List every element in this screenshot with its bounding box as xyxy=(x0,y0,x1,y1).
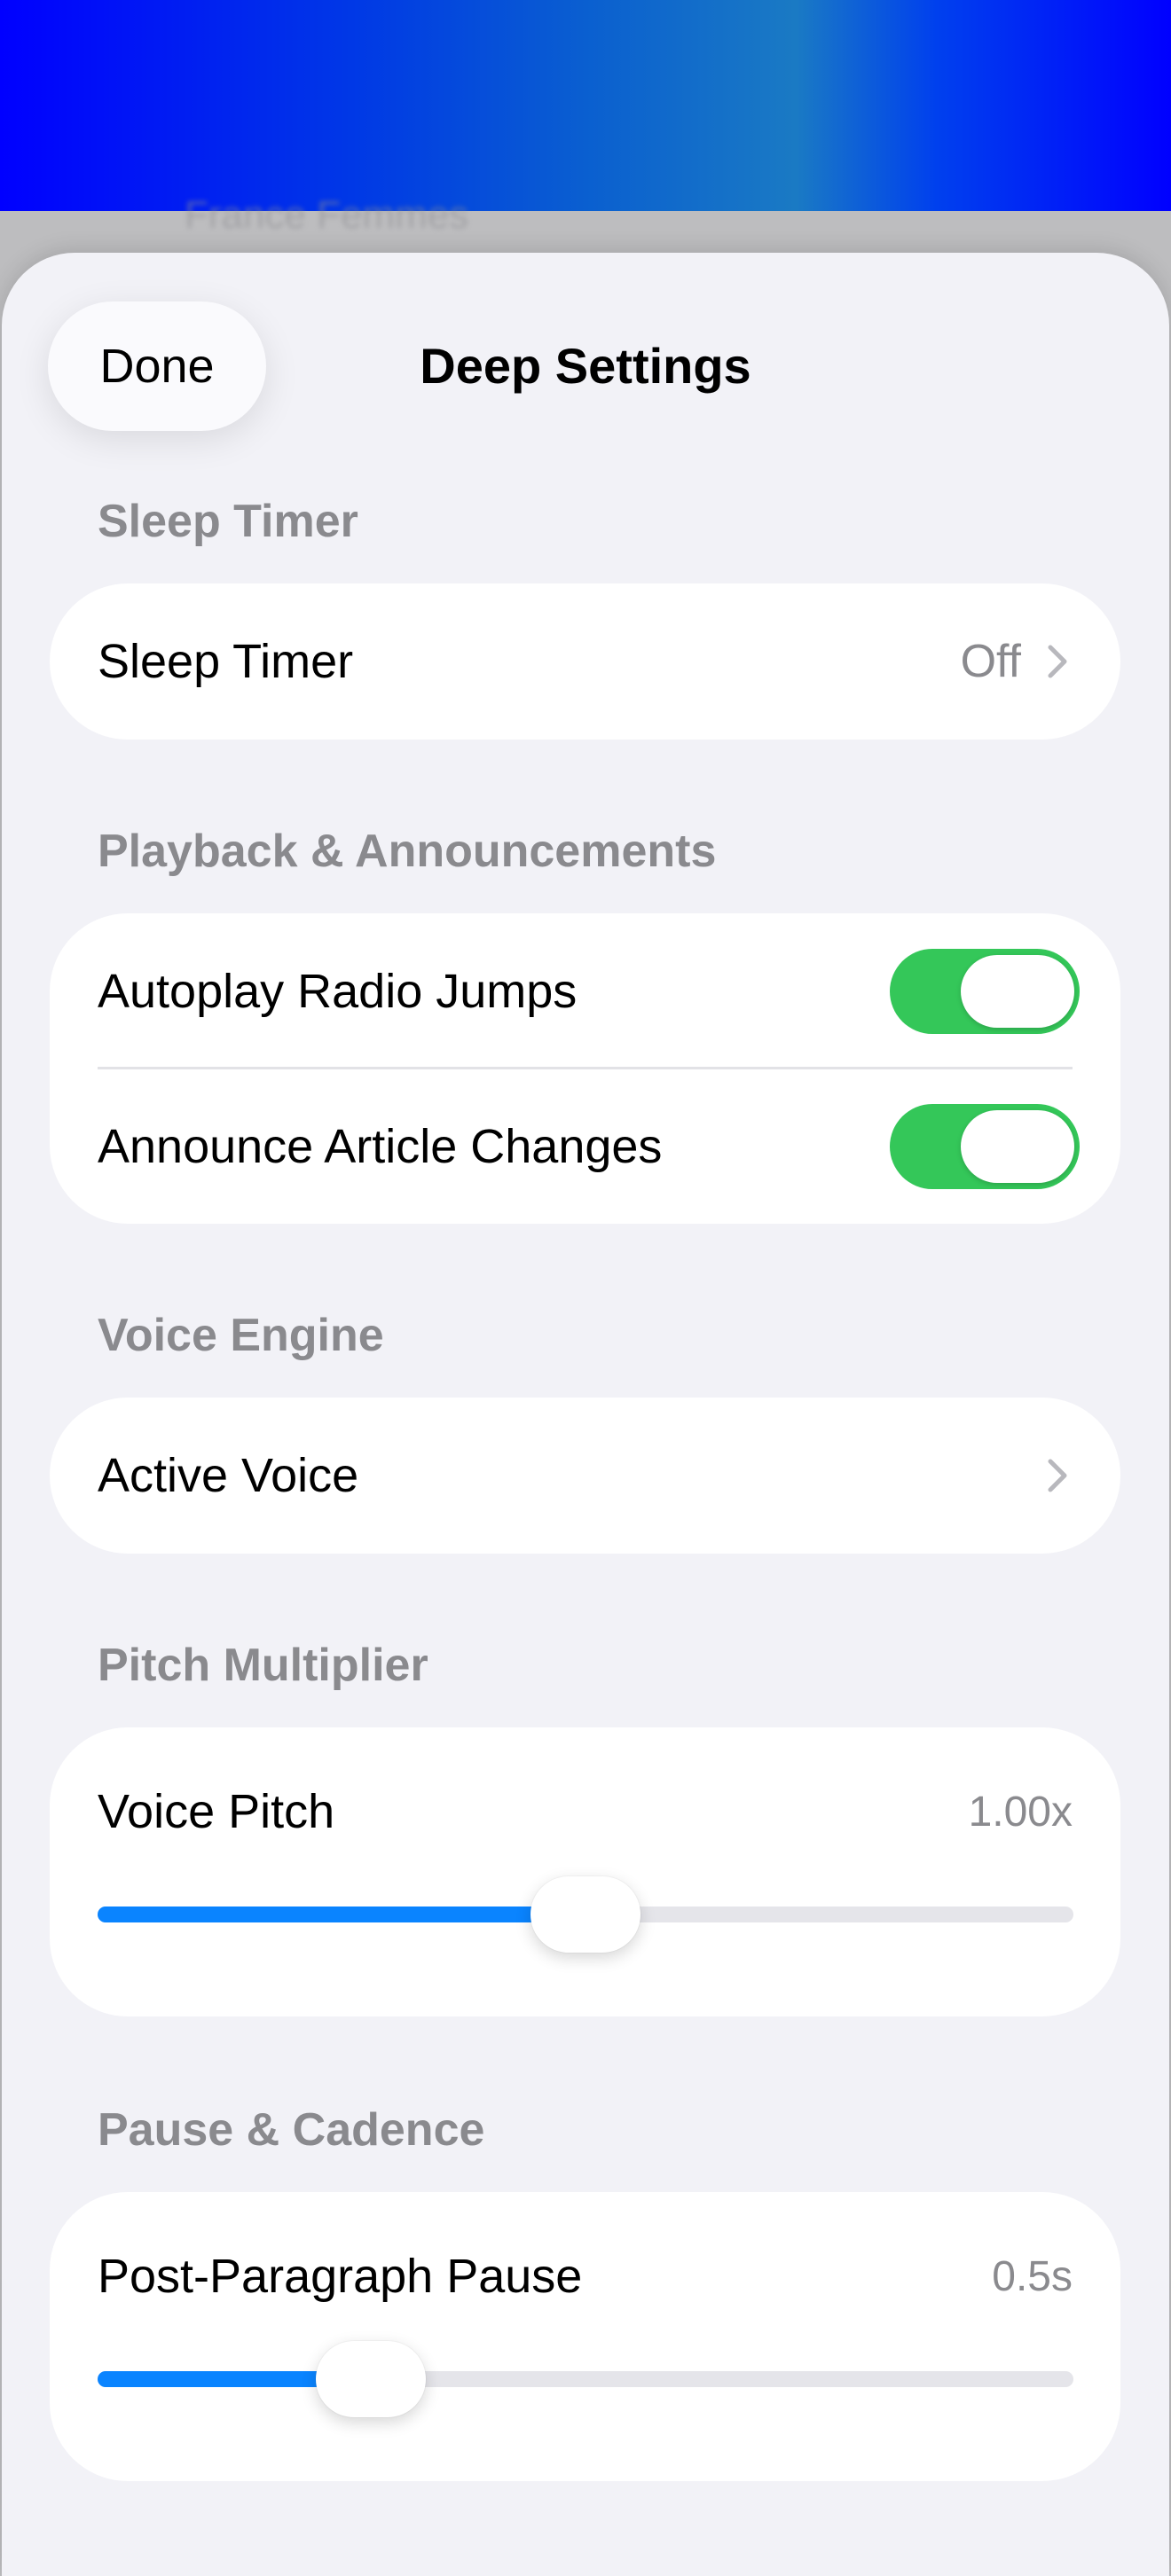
slider-fill xyxy=(98,1907,586,1922)
toggle-knob xyxy=(961,954,1074,1028)
slider-thumb[interactable] xyxy=(530,1876,641,1953)
playback-card: Autoplay Radio Jumps Announce Article Ch… xyxy=(50,913,1120,1224)
section-header-voice-engine: Voice Engine xyxy=(98,1310,384,1361)
section-header-pitch: Pitch Multiplier xyxy=(98,1640,428,1691)
toggle-knob xyxy=(961,1109,1074,1183)
top-color-bar xyxy=(0,0,1171,211)
pitch-card: Voice Pitch 1.00x xyxy=(50,1727,1120,2016)
announce-row: Announce Article Changes xyxy=(50,1069,1120,1224)
post-paragraph-pause-value: 0.5s xyxy=(992,2253,1073,2300)
voice-pitch-slider[interactable] xyxy=(98,1876,1073,1953)
chevron-right-icon xyxy=(1048,645,1067,678)
autoplay-row: Autoplay Radio Jumps xyxy=(50,913,1120,1069)
active-voice-label: Active Voice xyxy=(98,1449,359,1502)
chevron-right-icon xyxy=(1048,1459,1067,1492)
announce-toggle[interactable] xyxy=(890,1103,1080,1189)
autoplay-toggle[interactable] xyxy=(890,948,1080,1034)
slider-thumb[interactable] xyxy=(316,2341,426,2417)
post-paragraph-pause-label: Post-Paragraph Pause xyxy=(98,2250,583,2303)
sleep-timer-label: Sleep Timer xyxy=(98,635,354,688)
voice-pitch-value: 1.00x xyxy=(968,1789,1073,1836)
autoplay-label: Autoplay Radio Jumps xyxy=(98,964,578,1018)
sheet-title: Deep Settings xyxy=(420,338,751,394)
active-voice-row[interactable]: Active Voice xyxy=(50,1398,1120,1554)
section-header-sleep-timer: Sleep Timer xyxy=(98,496,358,547)
post-paragraph-pause-slider[interactable] xyxy=(98,2341,1073,2417)
sleep-timer-row[interactable]: Sleep Timer Off xyxy=(50,583,1120,740)
section-header-pause: Pause & Cadence xyxy=(98,2104,485,2156)
sleep-timer-value: Off xyxy=(960,636,1021,687)
section-header-playback: Playback & Announcements xyxy=(98,826,717,877)
voice-engine-card: Active Voice xyxy=(50,1398,1120,1554)
background-content-text: France Femmes xyxy=(185,193,469,237)
pause-card: Post-Paragraph Pause 0.5s xyxy=(50,2192,1120,2481)
announce-label: Announce Article Changes xyxy=(98,1119,663,1173)
voice-pitch-label: Voice Pitch xyxy=(98,1785,335,1838)
sleep-timer-card: Sleep Timer Off xyxy=(50,583,1120,740)
